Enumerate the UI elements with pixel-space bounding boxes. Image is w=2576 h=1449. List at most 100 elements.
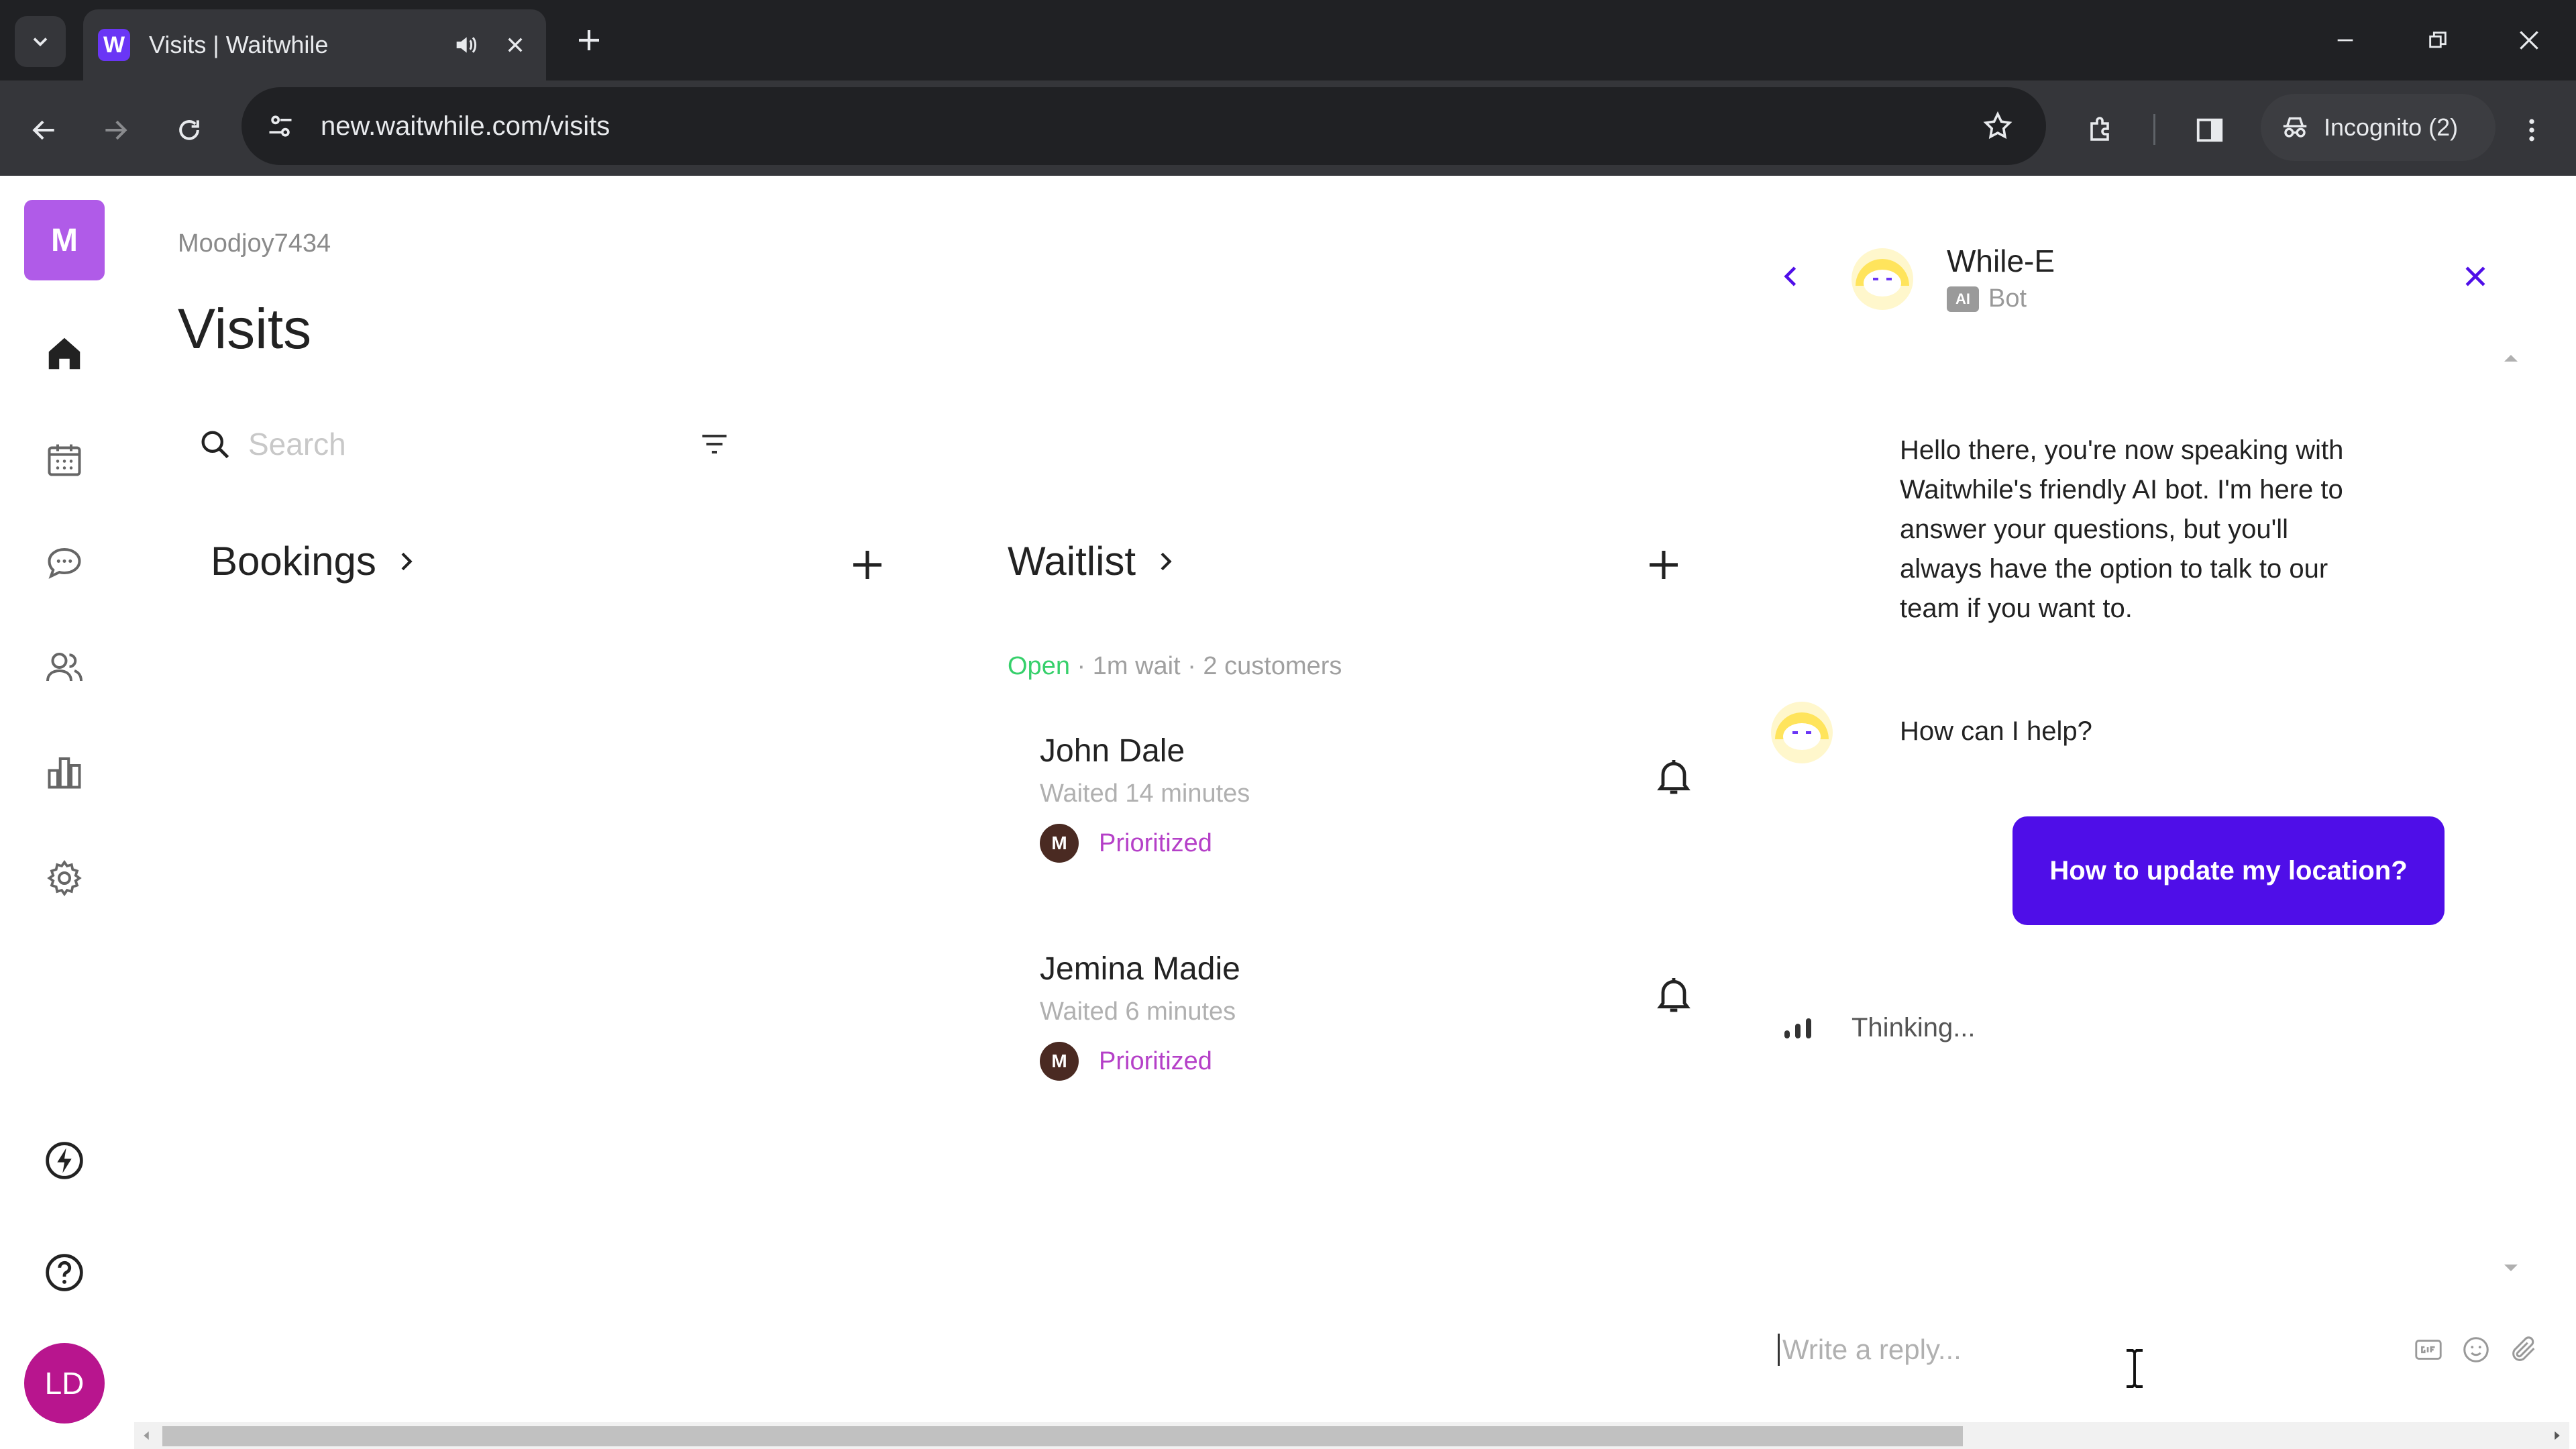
scroll-down-arrow-icon[interactable] <box>2501 1261 2521 1275</box>
side-panel-button[interactable] <box>2184 105 2235 156</box>
reply-bar <box>1778 1316 2542 1383</box>
main-content: Moodjoy7434 Visits Bookings Waitlist <box>127 176 1801 1424</box>
minimize-button[interactable] <box>2320 15 2371 66</box>
chevron-down-icon <box>33 38 48 47</box>
extensions-button[interactable] <box>2076 105 2127 156</box>
browser-tabbar: W Visits | Waitwhile <box>0 0 2576 80</box>
user-message-bubble: How to update my location? <box>2012 816 2445 925</box>
waitlist-label: Waitlist <box>1008 539 1136 584</box>
gif-icon[interactable] <box>2410 1326 2448 1373</box>
scroll-up-arrow-icon[interactable] <box>2501 352 2521 365</box>
search-icon <box>195 424 235 464</box>
customer-tag: M Prioritized <box>1040 1042 1212 1081</box>
plus-icon <box>579 30 599 50</box>
chat-panel: While-E AI Bot Hello there, you're now s… <box>1711 176 2576 1424</box>
add-booking-button[interactable] <box>841 538 894 592</box>
thinking-label: Thinking... <box>1851 1013 1976 1042</box>
back-button[interactable] <box>19 105 70 156</box>
user-avatar[interactable]: LD <box>24 1343 105 1424</box>
restore-icon <box>2429 32 2447 48</box>
bookings-header[interactable]: Bookings <box>211 538 419 584</box>
org-avatar[interactable]: M <box>24 200 105 280</box>
typing-dots-icon <box>1784 1018 1811 1038</box>
tag-avatar: M <box>1040 824 1079 863</box>
tab-title: Visits | Waitwhile <box>149 31 329 58</box>
bot-avatar-icon <box>1771 702 1833 763</box>
tab-close-icon[interactable] <box>496 26 534 64</box>
customer-waited: Waited 14 minutes <box>1040 780 1250 808</box>
arrow-left-icon <box>32 120 54 140</box>
kebab-menu-icon <box>2529 119 2534 142</box>
chat-close-button[interactable] <box>2449 250 2502 303</box>
bot-role-label: Bot <box>1988 284 2027 313</box>
tag-label: Prioritized <box>1099 828 1212 857</box>
new-tab-button[interactable] <box>568 19 610 62</box>
attachment-icon[interactable] <box>2504 1326 2542 1373</box>
bell-icon[interactable] <box>1644 746 1704 806</box>
chevron-left-icon <box>1784 266 1796 286</box>
bell-icon[interactable] <box>1644 964 1704 1024</box>
analytics-icon[interactable] <box>37 745 92 800</box>
chat-icon[interactable] <box>37 535 92 590</box>
app-root: M LD Moodjoy7434 Visits Search Bookings … <box>0 176 2576 1449</box>
url-text[interactable]: new.waitwhile.com/visits <box>321 111 1976 142</box>
site-settings-icon[interactable] <box>259 105 302 148</box>
side-panel-icon <box>2196 118 2223 142</box>
customer-name[interactable]: Jemina Madie <box>1040 951 1240 987</box>
customer-waited: Waited 6 minutes <box>1040 998 1236 1026</box>
minimize-icon <box>2337 39 2353 42</box>
scroll-left-arrow-icon[interactable] <box>140 1429 153 1442</box>
forward-button[interactable] <box>90 105 141 156</box>
tag-avatar: M <box>1040 1042 1079 1081</box>
status-open: Open <box>1008 652 1070 680</box>
home-icon[interactable] <box>37 326 92 381</box>
lightning-icon[interactable] <box>37 1133 92 1188</box>
horizontal-scrollbar[interactable] <box>134 1422 2569 1449</box>
help-icon[interactable] <box>37 1245 92 1300</box>
list-item[interactable]: John Dale Waited 14 minutes M Prioritize… <box>1040 733 1801 920</box>
bot-message: How can I help? <box>1900 716 2092 746</box>
address-bar[interactable]: new.waitwhile.com/visits <box>241 87 2046 165</box>
waitlist-header[interactable]: Waitlist <box>1008 538 1179 584</box>
bookmark-star-icon[interactable] <box>1976 105 2019 148</box>
incognito-icon <box>2279 112 2310 143</box>
bot-role: AI Bot <box>1947 284 2027 313</box>
tab-search-button[interactable] <box>15 16 66 67</box>
incognito-indicator[interactable]: Incognito (2) <box>2261 94 2496 161</box>
add-waitlist-button[interactable] <box>1637 538 1690 592</box>
chevron-right-icon <box>392 548 419 575</box>
browser-tab-active[interactable]: W Visits | Waitwhile <box>83 9 546 80</box>
customers-icon[interactable] <box>37 640 92 695</box>
plus-icon <box>853 551 881 579</box>
page-title: Visits <box>178 297 312 360</box>
close-icon <box>2465 266 2485 286</box>
account-name: Moodjoy7434 <box>178 229 331 258</box>
puzzle-icon <box>2090 117 2109 141</box>
plus-icon <box>1650 551 1678 579</box>
settings-icon[interactable] <box>37 851 92 906</box>
search-input[interactable] <box>248 426 651 462</box>
waitlist-status: Open · 1m wait · 2 customers <box>1008 652 1342 681</box>
list-item[interactable]: Jemina Madie Waited 6 minutes M Prioriti… <box>1040 951 1801 1138</box>
customer-tag: M Prioritized <box>1040 824 1212 863</box>
reload-button[interactable] <box>164 105 215 156</box>
bookings-label: Bookings <box>211 539 376 584</box>
waitwhile-favicon: W <box>98 29 130 61</box>
thinking-indicator: Thinking... <box>1784 1013 1976 1043</box>
close-icon <box>2520 31 2538 50</box>
emoji-icon[interactable] <box>2457 1326 2496 1373</box>
calendar-icon[interactable] <box>37 432 92 487</box>
scrollbar-thumb[interactable] <box>162 1426 1963 1446</box>
chat-back-button[interactable] <box>1764 250 1818 303</box>
speaker-icon[interactable] <box>447 26 484 64</box>
browser-menu-button[interactable] <box>2506 105 2557 156</box>
toolbar-divider <box>2153 114 2155 145</box>
customer-name[interactable]: John Dale <box>1040 733 1185 769</box>
scroll-right-arrow-icon[interactable] <box>2551 1429 2564 1442</box>
incognito-label: Incognito (2) <box>2324 113 2459 141</box>
filter-icon[interactable] <box>691 421 738 468</box>
restore-button[interactable] <box>2412 15 2463 66</box>
window-close-button[interactable] <box>2504 15 2555 66</box>
text-cursor-icon <box>2127 1349 2143 1388</box>
bot-name: While-E <box>1947 244 2055 278</box>
